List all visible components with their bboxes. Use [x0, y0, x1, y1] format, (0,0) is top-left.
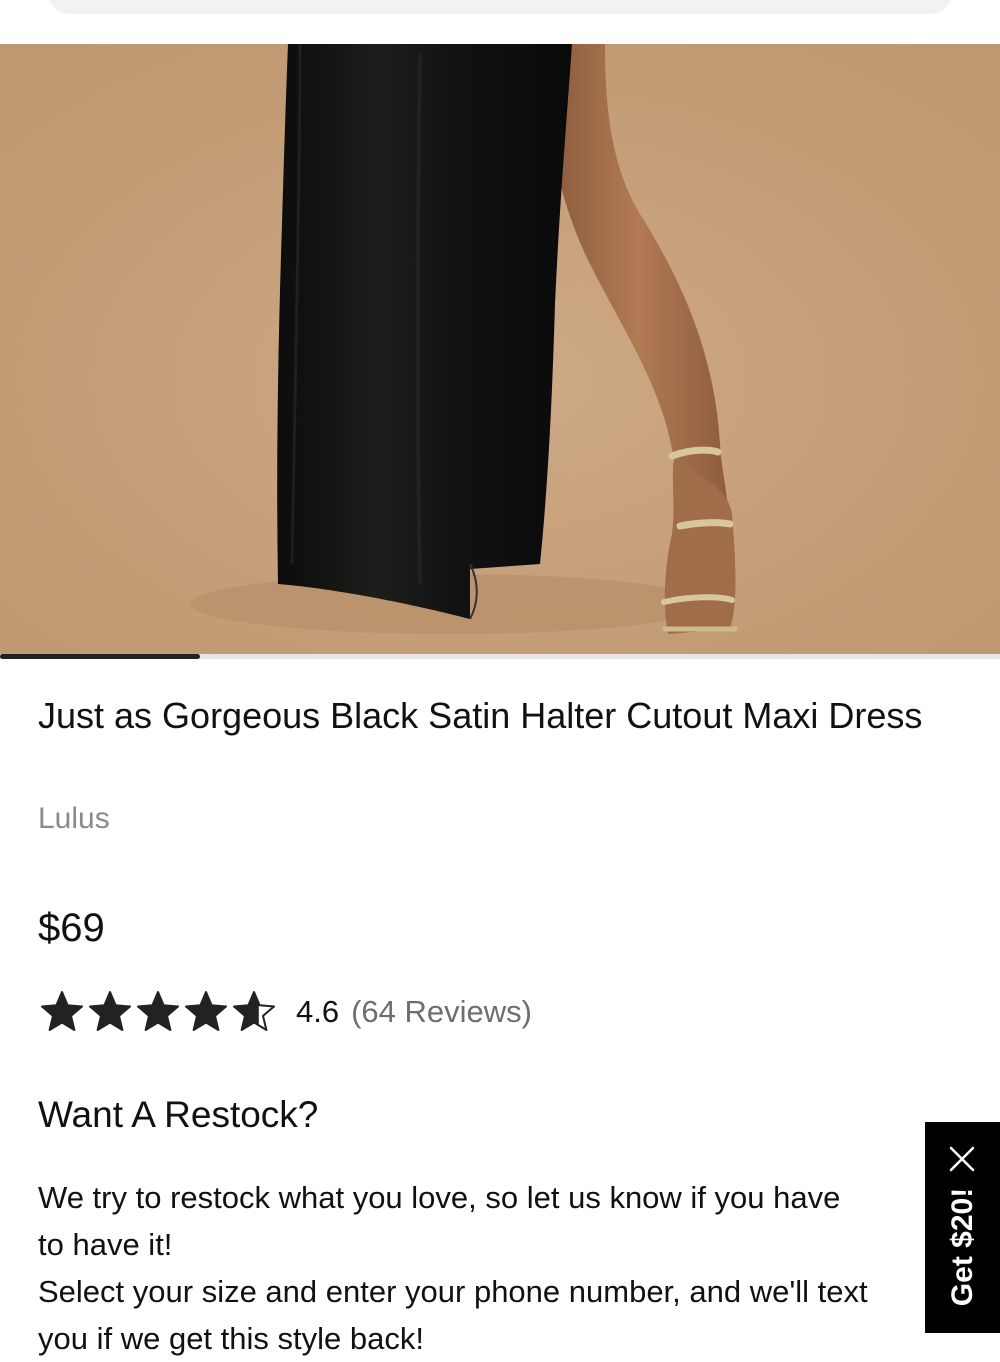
rating-value: 4.6: [296, 994, 340, 1029]
rating-stars: [38, 988, 278, 1036]
reviews-link[interactable]: (64 Reviews): [351, 994, 532, 1030]
star-full-icon: [137, 991, 179, 1031]
product-image[interactable]: [0, 44, 1000, 654]
gallery-progress: [0, 654, 1000, 659]
restock-line: you if we get this style back!: [38, 1321, 424, 1356]
promo-label[interactable]: Get $20!: [946, 1188, 980, 1306]
search-bar[interactable]: [48, 0, 952, 14]
restock-description: We try to restock what you love, so let …: [38, 1174, 1000, 1362]
star-full-icon: [89, 991, 131, 1031]
restock-heading: Want A Restock?: [38, 1094, 319, 1135]
restock-line: We try to restock what you love, so let …: [38, 1180, 841, 1215]
product-price: $69: [38, 906, 105, 950]
gallery-progress-fill: [0, 654, 200, 659]
rating-summary[interactable]: 4.6 (64 Reviews): [38, 988, 532, 1036]
top-bar: [0, 0, 1000, 44]
promo-tab[interactable]: Get $20!: [925, 1122, 1000, 1333]
star-full-icon: [41, 991, 83, 1031]
brand-link[interactable]: Lulus: [38, 802, 110, 836]
restock-line: Select your size and enter your phone nu…: [38, 1274, 868, 1309]
star-full-icon: [185, 991, 227, 1031]
close-icon[interactable]: [945, 1142, 979, 1176]
restock-line: to have it!: [38, 1227, 173, 1262]
product-title: Just as Gorgeous Black Satin Halter Cuto…: [38, 695, 923, 736]
product-photo: [0, 44, 1000, 654]
star-partial-icon: [233, 991, 275, 1031]
